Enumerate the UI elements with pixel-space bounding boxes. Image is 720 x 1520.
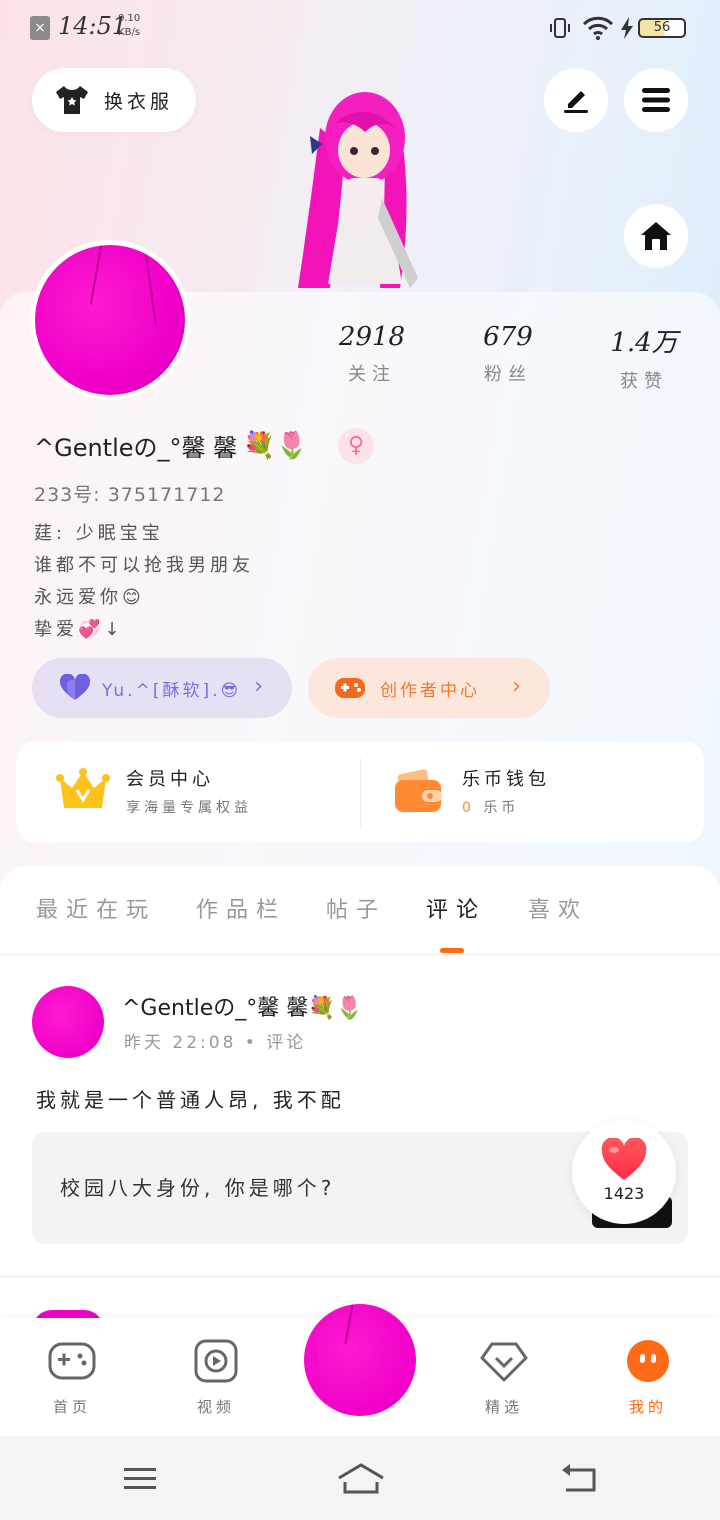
stat-following[interactable]: 2918 关注	[312, 322, 432, 386]
gender-female-icon: ♀	[338, 428, 374, 464]
recent-apps-icon[interactable]	[120, 1460, 160, 1496]
stat-following-value: 2918	[338, 322, 406, 352]
wallet-balance: 0 乐币	[462, 797, 550, 817]
username-emoji: 💐🌷	[243, 430, 308, 461]
divider	[360, 758, 361, 828]
heart-shield-icon	[480, 1342, 528, 1382]
notification-close-icon: ×	[30, 16, 50, 40]
chevron-right-icon: ›	[512, 674, 524, 699]
bio-line: 挚爱💞↓	[34, 619, 124, 640]
relationship-chip-label: Yu.^[酥软].😎	[102, 680, 242, 701]
tab-works[interactable]: 作品栏	[196, 892, 286, 924]
chevron-right-icon: ›	[254, 674, 266, 699]
bio-line: 莛: 少眠宝宝	[34, 523, 164, 544]
wallet-balance-unit: 乐币	[483, 800, 520, 816]
post-meta: 昨天 22:08 • 评论	[124, 1033, 307, 1053]
nav-video-label: 视频	[196, 1398, 235, 1416]
battery-indicator: 56	[638, 18, 686, 38]
vibrate-icon	[550, 18, 570, 38]
heart-icon	[59, 674, 91, 700]
status-time: 14:51	[58, 12, 128, 40]
profile-content-panel: 最近在玩 作品栏 帖子 评论 喜欢 ^Gentleの_°馨 馨💐🌷 昨天 22:…	[0, 866, 720, 1330]
wallet-title: 乐币钱包	[462, 769, 550, 790]
relationship-chip[interactable]: Yu.^[酥软].😎 ›	[32, 658, 292, 718]
creator-center-chip[interactable]: 创作者中心 ›	[308, 658, 550, 718]
comment-text[interactable]: 我就是一个普通人昂, 我不配	[36, 1084, 345, 1113]
stat-followers-value: 679	[483, 322, 533, 352]
tshirt-icon	[56, 86, 88, 114]
vip-center-title: 会员中心	[126, 769, 214, 790]
user-id[interactable]: 233号: 375171712	[34, 480, 226, 507]
profile-avatar-image	[35, 245, 185, 395]
nav-me[interactable]: 我的	[608, 1338, 688, 1417]
wallet-balance-value: 0	[462, 800, 475, 816]
nav-featured[interactable]: 精选	[464, 1338, 544, 1417]
like-count: 1423	[603, 1184, 645, 1203]
charging-icon	[621, 17, 633, 39]
avatar-character-figure[interactable]	[290, 88, 440, 294]
nav-home-label: 首页	[52, 1398, 91, 1416]
divider	[0, 954, 720, 955]
change-outfit-label: 换衣服	[104, 90, 174, 113]
services-card: 会员中心 享海量专属权益 乐币钱包 0 乐币	[16, 742, 704, 842]
status-bar: × 14:51 0.10 KB/s 56	[0, 0, 720, 56]
system-navigation-bar	[0, 1436, 720, 1520]
crown-icon	[56, 768, 110, 808]
tab-recently-played[interactable]: 最近在玩	[36, 892, 156, 924]
post-author-name[interactable]: ^Gentleの_°馨 馨💐🌷	[122, 990, 363, 1022]
nav-center-avatar-button[interactable]	[304, 1304, 416, 1416]
username-text: ^Gentleの_°馨 馨	[34, 434, 238, 462]
tab-comments[interactable]: 评论	[426, 892, 486, 924]
tab-posts[interactable]: 帖子	[326, 892, 386, 924]
stat-following-label: 关注	[348, 364, 396, 385]
profile-username: ^Gentleの_°馨 馨 💐🌷	[34, 428, 308, 463]
profile-bio: 莛: 少眠宝宝 谁都不可以抢我男朋友 永远爱你😊 挚爱💞↓	[34, 518, 254, 646]
edit-pen-icon	[564, 91, 588, 113]
gamepad-icon	[335, 678, 365, 698]
quoted-post-title: 校园八大身份, 你是哪个?	[60, 1176, 336, 1200]
wallet-icon	[395, 769, 442, 812]
wifi-icon	[582, 16, 614, 40]
like-button[interactable]: 1423	[572, 1120, 676, 1224]
bio-line: 谁都不可以抢我男朋友	[34, 555, 254, 576]
vip-center-subtitle: 享海量专属权益	[126, 800, 252, 816]
menu-button[interactable]	[624, 68, 688, 132]
edit-profile-button[interactable]	[544, 68, 608, 132]
post-author-avatar[interactable]	[32, 986, 104, 1058]
home-icon[interactable]	[336, 1460, 386, 1496]
stat-likes-label: 获赞	[620, 371, 668, 392]
home-space-button[interactable]	[624, 204, 688, 268]
stat-followers[interactable]: 679 粉丝	[448, 322, 568, 386]
tab-likes[interactable]: 喜欢	[528, 892, 588, 924]
creator-center-label: 创作者中心	[380, 680, 480, 701]
change-outfit-button[interactable]: 换衣服	[32, 68, 196, 132]
gamepad-icon	[48, 1342, 96, 1380]
bio-line: 永远爱你😊	[34, 587, 145, 608]
home-icon	[641, 222, 671, 250]
profile-face-icon	[627, 1340, 669, 1382]
profile-avatar[interactable]	[30, 240, 190, 400]
divider	[0, 1276, 720, 1277]
network-speed: 0.10 KB/s	[118, 13, 141, 38]
stat-followers-label: 粉丝	[484, 364, 532, 385]
video-play-icon	[194, 1339, 238, 1383]
heart-icon	[601, 1138, 647, 1180]
nav-featured-label: 精选	[484, 1398, 523, 1416]
back-icon[interactable]	[560, 1460, 600, 1496]
wallet-entry[interactable]: 乐币钱包 0 乐币	[392, 764, 550, 818]
menu-icon	[642, 88, 670, 112]
vip-center-entry[interactable]: 会员中心 享海量专属权益	[56, 764, 252, 818]
stat-likes[interactable]: 1.4万 获赞	[584, 322, 704, 393]
nav-home[interactable]: 首页	[32, 1338, 112, 1417]
active-tab-indicator	[440, 948, 464, 953]
nav-video[interactable]: 视频	[176, 1338, 256, 1417]
stat-likes-value: 1.4万	[610, 328, 678, 358]
nav-me-label: 我的	[628, 1398, 667, 1416]
